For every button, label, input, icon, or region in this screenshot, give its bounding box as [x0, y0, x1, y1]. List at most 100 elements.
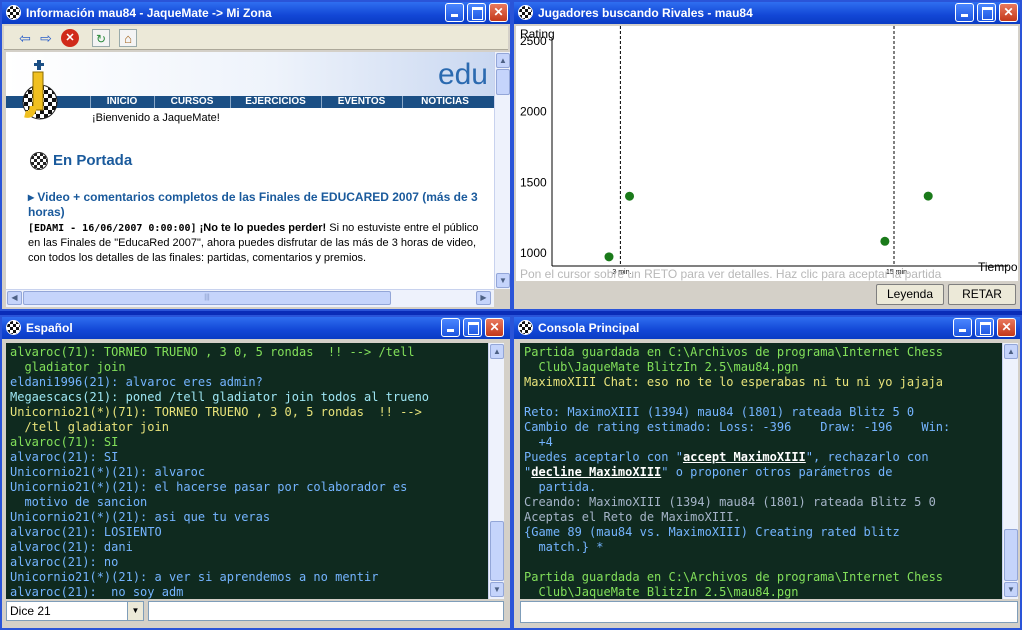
chat-line: alvaroc(21): SI	[10, 450, 119, 464]
refresh-icon[interactable]: ↻	[92, 29, 110, 47]
minimize-button[interactable]	[955, 3, 974, 22]
challenge-point[interactable]	[923, 191, 933, 201]
console-command-input[interactable]	[520, 601, 1018, 623]
console-line: "decline MaximoXIII" o proponer otros pa…	[524, 465, 893, 479]
chat-line: Unicornio21(*)(21): asi que tu veras	[10, 510, 271, 524]
browser-toolbar: ⇦ ⇨ ✕ ↻ ⌂	[4, 26, 508, 50]
console-line: Puedes aceptarlo con "accept MaximoXIII"…	[524, 450, 929, 464]
console-line: Reto: MaximoXIII (1394) mau84 (1801) rat…	[524, 405, 915, 419]
chat-log: alvaroc(71): TORNEO TRUENO , 3 0, 5 rond…	[6, 343, 488, 599]
nav-ejercicios[interactable]: EJERCICIOS	[230, 96, 320, 108]
scroll-down-arrow-icon[interactable]: ▼	[1004, 582, 1018, 597]
chat-window-title: Español	[26, 321, 73, 335]
scroll-up-arrow-icon[interactable]: ▲	[1004, 344, 1018, 359]
scroll-up-arrow-icon[interactable]: ▲	[490, 344, 504, 359]
chart-button-bar: Leyenda RETAR	[516, 281, 1018, 307]
command-link[interactable]: accept MaximoXIII	[683, 450, 806, 464]
forward-arrow-icon[interactable]: ⇨	[37, 29, 55, 47]
chart-window-titlebar[interactable]: Jugadores buscando Rivales - mau84	[514, 2, 1020, 24]
close-button[interactable]	[997, 318, 1016, 337]
chat-line: alvaroc(21): no	[10, 555, 119, 569]
chat-line: Unicornio21(*)(21): el hacerse pasar por…	[10, 480, 408, 494]
scroll-thumb[interactable]	[1004, 529, 1018, 581]
maximize-button[interactable]	[977, 3, 996, 22]
chess-board-icon	[6, 320, 21, 335]
minimize-button[interactable]	[953, 318, 972, 337]
console-line: Aceptas el Reto de MaximoXIII.	[524, 510, 741, 524]
horizontal-scroll-thumb[interactable]: |||	[23, 291, 391, 305]
minimize-button[interactable]	[445, 3, 464, 22]
chat-line: Unicornio21(*)(21): alvaroc	[10, 465, 206, 479]
web-vertical-scrollbar[interactable]: ▲ ▼	[494, 52, 510, 289]
chat-line: alvaroc(21): dani	[10, 540, 133, 554]
scroll-thumb[interactable]	[496, 69, 510, 95]
y-tick-label: 1000	[520, 246, 547, 260]
command-link[interactable]: decline MaximoXIII	[531, 465, 661, 479]
rivals-scatter-chart[interactable]: RatingTiempo25002000150010003 min. 15 min…	[516, 26, 1018, 281]
chat-line: Megaescacs(21): poned /tell gladiator jo…	[10, 390, 430, 404]
close-button[interactable]	[489, 3, 508, 22]
scroll-down-arrow-icon[interactable]: ▼	[496, 273, 510, 288]
chevron-down-icon[interactable]: ▼	[127, 602, 143, 620]
x-axis-label: Tiempo	[978, 260, 1018, 274]
rivals-chart-area[interactable]: Rating Tiempo 2500 2000 1500 1000 3 min. 15 min…	[516, 26, 1018, 281]
close-button[interactable]	[999, 3, 1018, 22]
nav-inicio[interactable]: INICIO	[90, 96, 153, 108]
minimize-button[interactable]	[441, 318, 460, 337]
console-line: MaximoXIII Chat: eso no te lo esperabas …	[524, 375, 944, 389]
brand-text: edu	[437, 58, 488, 91]
jaquemate-logo	[22, 60, 58, 120]
maximize-button[interactable]	[467, 3, 486, 22]
console-line: Club\JaqueMate BlitzIn 2.5\mau84.pgn	[524, 585, 799, 599]
web-content: edu INICIO CURSOS EJERCICIOS EVENTOS NOT…	[6, 52, 494, 289]
y-tick-label: 2000	[520, 105, 547, 119]
chat-window-titlebar[interactable]: Español	[2, 317, 510, 339]
chat-window: Español alvaroc(71): TORNEO TRUENO , 3 0…	[0, 315, 512, 630]
scroll-thumb[interactable]	[490, 521, 504, 581]
console-window-title: Consola Principal	[538, 321, 640, 335]
legend-button[interactable]: Leyenda	[876, 284, 944, 305]
chat-vertical-scrollbar[interactable]: ▲ ▼	[488, 343, 504, 599]
info-window-title: Información mau84 - JaqueMate -> Mi Zona	[26, 6, 272, 20]
console-line: Creando: MaximoXIII (1394) mau84 (1801) …	[524, 495, 936, 509]
retar-button[interactable]: RETAR	[948, 284, 1016, 305]
y-tick-label: 1500	[520, 175, 547, 189]
console-line: partida.	[524, 480, 597, 494]
close-button[interactable]	[485, 318, 504, 337]
chat-line: gladiator join	[10, 360, 126, 374]
news-headline-link[interactable]: ▸ Video + comentarios completos de las F…	[28, 190, 490, 220]
chat-line: /tell gladiator join	[10, 420, 169, 434]
web-horizontal-scrollbar[interactable]: ◀ ||| ▶	[6, 289, 494, 307]
chat-line: motivo de sancion	[10, 495, 148, 509]
home-icon[interactable]: ⌂	[119, 29, 137, 47]
chart-window: Jugadores buscando Rivales - mau84 Ratin…	[512, 0, 1022, 311]
nav-eventos[interactable]: EVENTOS	[321, 96, 401, 108]
stop-icon[interactable]: ✕	[61, 29, 79, 47]
console-line: Club\JaqueMate BlitzIn 2.5\mau84.pgn	[524, 360, 799, 374]
info-window-titlebar[interactable]: Información mau84 - JaqueMate -> Mi Zona	[2, 2, 510, 24]
console-line: +4	[524, 435, 553, 449]
chess-board-icon	[518, 320, 533, 335]
maximize-button[interactable]	[463, 318, 482, 337]
back-arrow-icon[interactable]: ⇦	[16, 29, 34, 47]
scroll-up-arrow-icon[interactable]: ▲	[496, 53, 510, 68]
scroll-right-arrow-icon[interactable]: ▶	[476, 291, 491, 305]
chat-line: eldani1996(21): alvaroc eres admin?	[10, 375, 263, 389]
nav-cursos[interactable]: CURSOS	[154, 96, 229, 108]
scroll-left-arrow-icon[interactable]: ◀	[7, 291, 22, 305]
chat-line: alvaroc(71): SI	[10, 435, 119, 449]
challenge-point[interactable]	[604, 252, 614, 262]
challenge-point[interactable]	[880, 236, 890, 246]
console-window-titlebar[interactable]: Consola Principal	[514, 317, 1020, 339]
challenge-point[interactable]	[625, 191, 635, 201]
scroll-down-arrow-icon[interactable]: ▼	[490, 582, 504, 597]
nav-noticias[interactable]: NOTICIAS	[402, 96, 487, 108]
news-body: [EDAMI - 16/06/2007 0:00:00] ¡No te lo p…	[28, 221, 490, 266]
maximize-button[interactable]	[975, 318, 994, 337]
console-vertical-scrollbar[interactable]: ▲ ▼	[1002, 343, 1018, 599]
console-window: Consola Principal Partida guardada en C:…	[512, 315, 1022, 630]
channel-select[interactable]: Dice 21 ▼	[6, 601, 144, 621]
site-nav: INICIO CURSOS EJERCICIOS EVENTOS NOTICIA…	[6, 96, 494, 108]
chat-input[interactable]	[148, 601, 504, 621]
